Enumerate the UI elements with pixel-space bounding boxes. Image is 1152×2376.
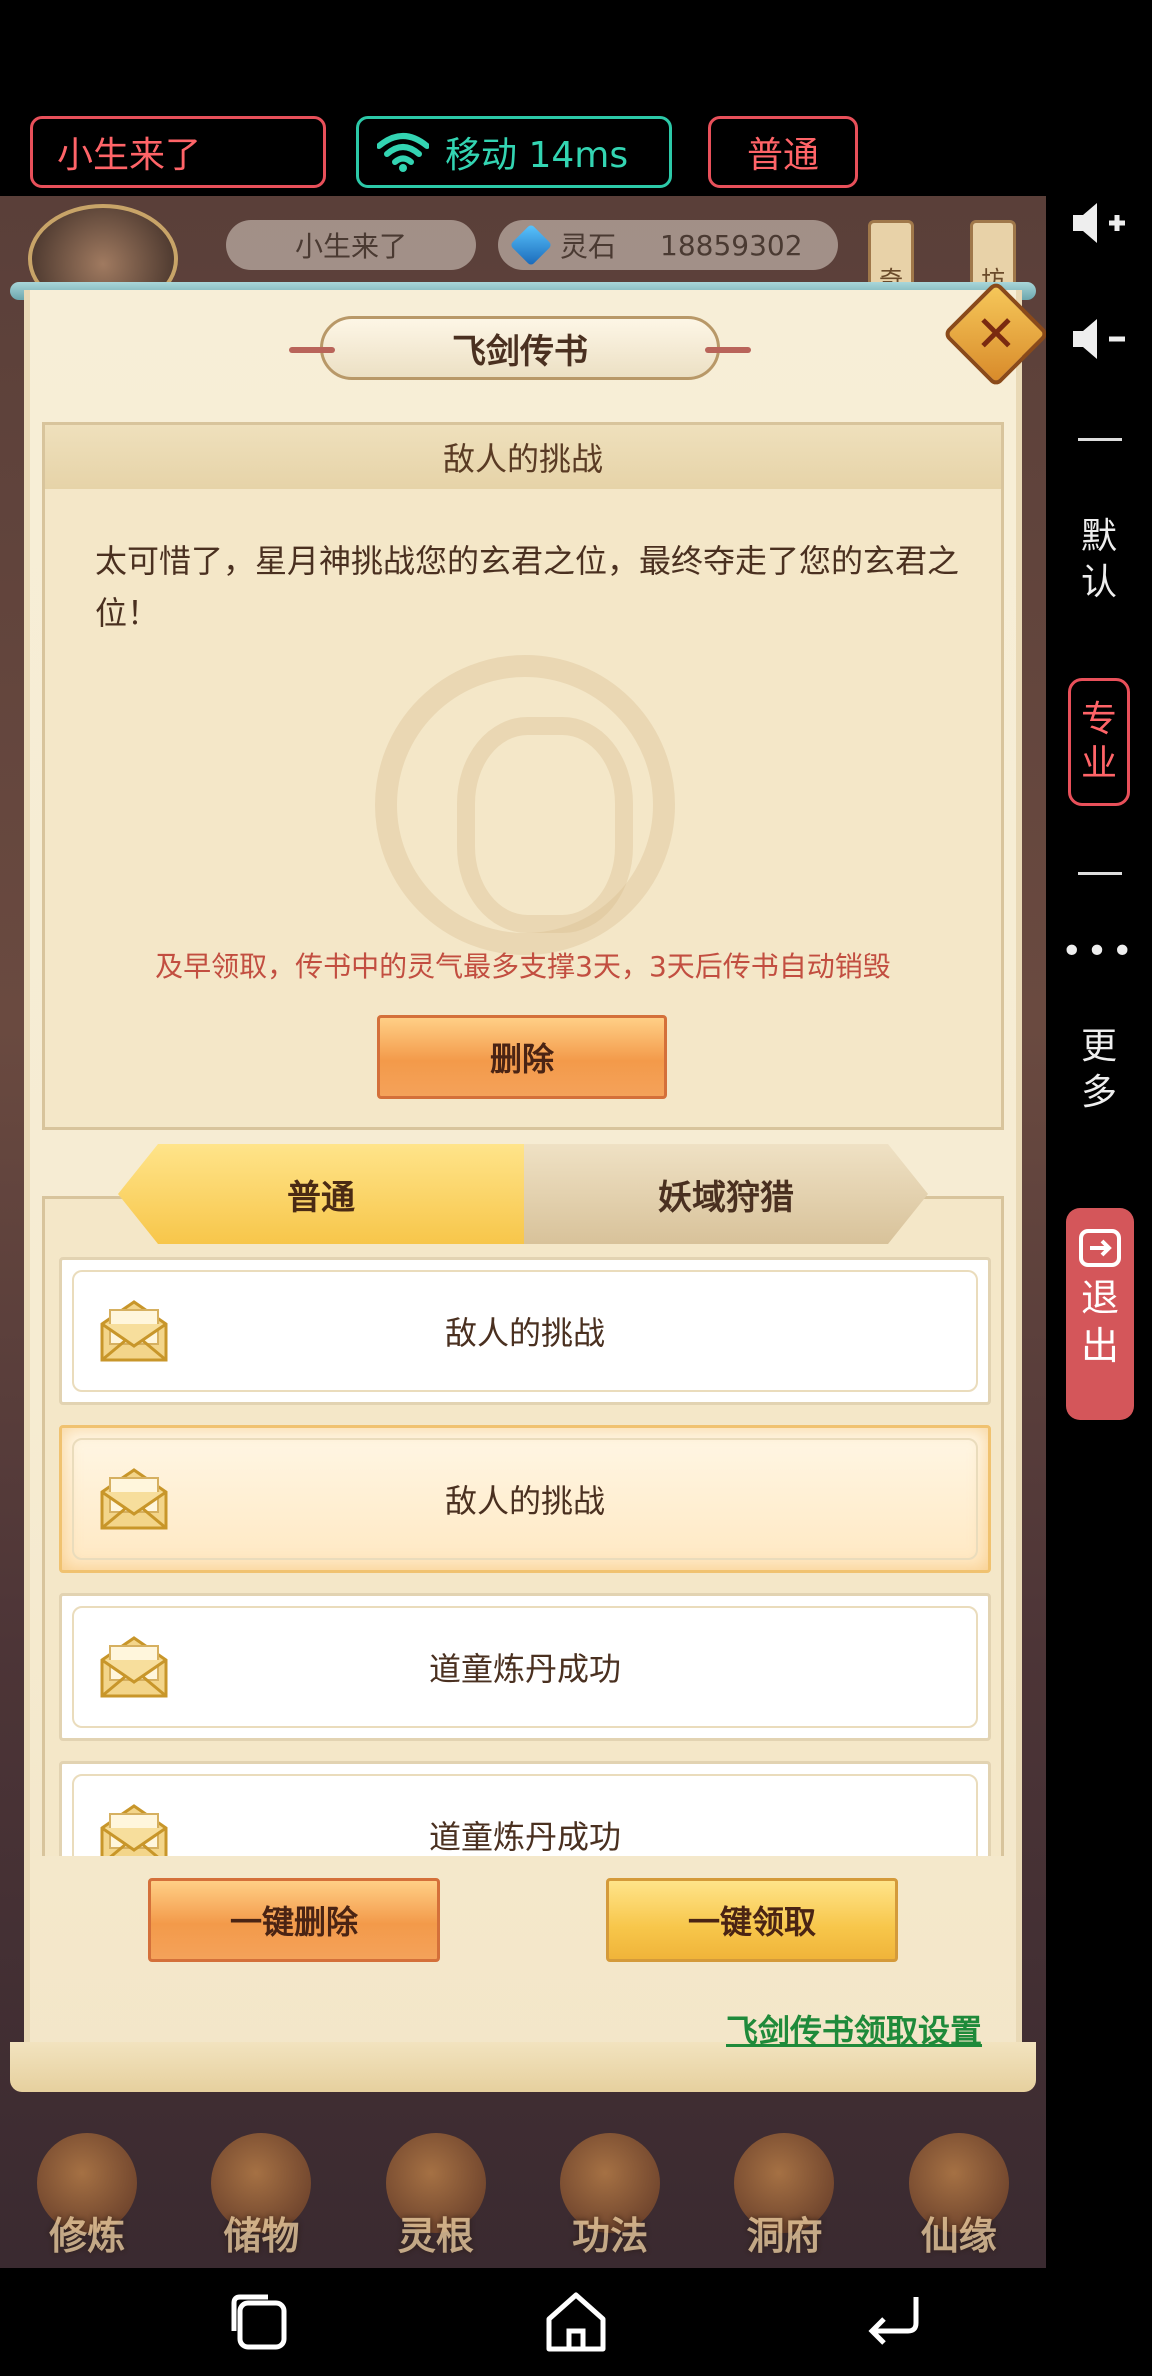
system-nav-bar bbox=[0, 2268, 1152, 2376]
expiry-notice: 及早领取，传书中的灵气最多支撑3天，3天后传书自动销毁 bbox=[155, 950, 891, 983]
spirit-stone-label: 灵石 bbox=[560, 230, 617, 263]
home-button[interactable] bbox=[536, 2282, 616, 2362]
network-status-pill[interactable]: 移动 14ms bbox=[356, 116, 672, 188]
game-bottom-nav: 修炼 储物 灵根 功法 洞府 仙缘 bbox=[0, 2098, 1046, 2268]
mail-detail-body: 太可惜了，星月神挑战您的玄君之位，最终夺走了您的玄君之位！ bbox=[95, 542, 960, 632]
rail-pro-button[interactable]: 专业 bbox=[1068, 678, 1130, 806]
tab-normal[interactable]: 普通 bbox=[118, 1144, 524, 1244]
exit-icon bbox=[1079, 1229, 1121, 1267]
back-icon bbox=[868, 2297, 919, 2345]
rail-divider bbox=[1078, 872, 1122, 875]
player-name: 小生来了 bbox=[57, 135, 202, 176]
volume-up-button[interactable] bbox=[1046, 196, 1152, 250]
nav-cave[interactable]: 洞府 bbox=[709, 2110, 859, 2260]
list-item[interactable]: 敌人的挑战 bbox=[59, 1257, 991, 1405]
control-rail: 默认 专业 ••• 更多 退出 bbox=[1046, 196, 1152, 2268]
nav-techniques[interactable]: 功法 bbox=[535, 2110, 685, 2260]
mode-label: 普通 bbox=[746, 135, 819, 176]
back-button[interactable] bbox=[853, 2282, 933, 2362]
tab-demon-hunt[interactable]: 妖域狩猎 bbox=[524, 1144, 928, 1244]
exit-button[interactable]: 退出 bbox=[1066, 1208, 1134, 1420]
dialog-title: 飞剑传书 bbox=[289, 316, 751, 380]
hud-player-name: 小生来了 bbox=[226, 220, 476, 270]
mail-list: 敌人的挑战 敌人的挑战 道童炼丹成功 道童炼丹成功 bbox=[42, 1196, 1004, 1856]
delete-button[interactable]: 删除 bbox=[377, 1015, 667, 1099]
rail-divider bbox=[1078, 438, 1122, 441]
list-item-title: 道童炼丹成功 bbox=[428, 1650, 621, 1688]
rail-more-button[interactable]: 更多 bbox=[1046, 1024, 1152, 1116]
hud-name-text: 小生来了 bbox=[294, 230, 407, 263]
volume-down-button[interactable] bbox=[1046, 312, 1152, 366]
player-name-pill[interactable]: 小生来了 bbox=[30, 116, 326, 188]
list-item-title: 道童炼丹成功 bbox=[428, 1818, 621, 1856]
list-item[interactable]: 道童炼丹成功 bbox=[59, 1761, 991, 1856]
cloud-phone-topbar: 小生来了 移动 14ms 普通 bbox=[0, 0, 1152, 196]
home-icon bbox=[546, 2292, 606, 2352]
list-item-title: 敌人的挑战 bbox=[444, 1314, 605, 1352]
mode-pill[interactable]: 普通 bbox=[708, 116, 858, 188]
mail-detail-title: 敌人的挑战 bbox=[45, 425, 1001, 489]
rail-default-button[interactable]: 默认 bbox=[1046, 514, 1152, 606]
nav-cultivate[interactable]: 修炼 bbox=[12, 2110, 162, 2260]
mail-detail-panel: 敌人的挑战 太可惜了，星月神挑战您的玄君之位，最终夺走了您的玄君之位！ 及早领取… bbox=[42, 422, 1004, 1130]
nav-spirit-root[interactable]: 灵根 bbox=[361, 2110, 511, 2260]
volume-up-icon bbox=[1073, 203, 1125, 243]
wifi-icon bbox=[377, 133, 429, 172]
spirit-stone-counter: 灵石 18859302 bbox=[498, 220, 838, 270]
spirit-stone-value: 18859302 bbox=[660, 228, 803, 262]
mail-settings-link[interactable]: 飞剑传书领取设置 bbox=[726, 2006, 982, 2052]
list-item[interactable]: 敌人的挑战 bbox=[59, 1425, 991, 1573]
recents-icon bbox=[231, 2294, 287, 2350]
game-hud: 小生来了 灵石 18859302 奇 坊 bbox=[0, 196, 1046, 314]
mail-category-tabs: 普通 妖域狩猎 bbox=[118, 1144, 928, 1244]
close-icon: ✕ bbox=[975, 305, 1017, 363]
cloud-emblem-icon bbox=[375, 655, 675, 955]
delete-all-button[interactable]: 一键删除 bbox=[148, 1878, 440, 1962]
list-item[interactable]: 道童炼丹成功 bbox=[59, 1593, 991, 1741]
more-dots-icon: ••• bbox=[1061, 931, 1137, 972]
claim-all-button[interactable]: 一键领取 bbox=[606, 1878, 898, 1962]
volume-down-icon bbox=[1073, 319, 1125, 359]
recents-button[interactable] bbox=[219, 2282, 299, 2362]
spirit-stone-icon bbox=[509, 223, 553, 267]
network-label: 移动 14ms bbox=[445, 135, 629, 176]
nav-storage[interactable]: 储物 bbox=[186, 2110, 336, 2260]
list-item-title: 敌人的挑战 bbox=[444, 1482, 605, 1520]
nav-fate[interactable]: 仙缘 bbox=[884, 2110, 1034, 2260]
